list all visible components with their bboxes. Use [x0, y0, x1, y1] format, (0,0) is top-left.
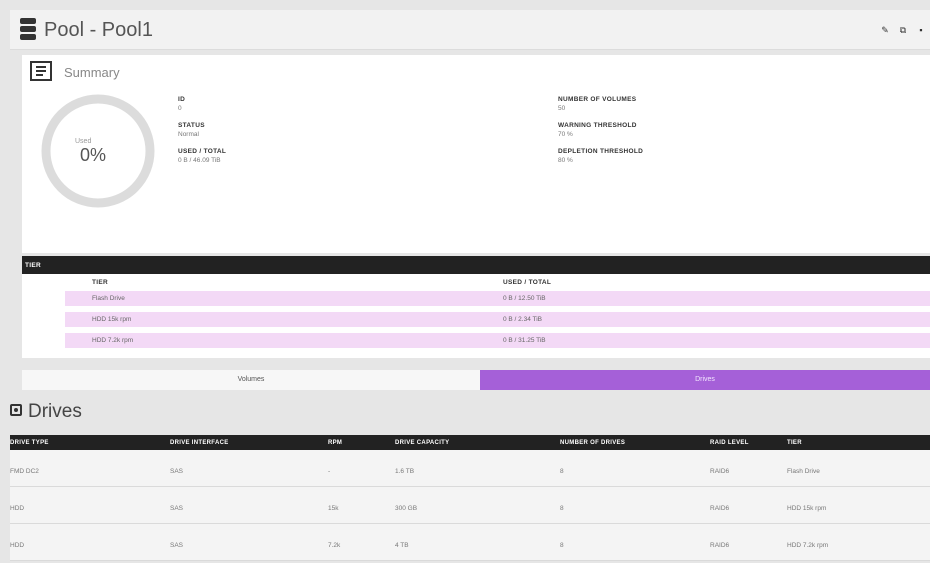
view-tabs: Volumes Drives	[22, 370, 930, 390]
field-used-total: USED / TOTAL 0 B / 46.09 TiB	[178, 148, 227, 164]
tier-header: TIER	[787, 440, 802, 446]
tier-section-bar: TIER	[22, 256, 930, 274]
table-row[interactable]: HDD SAS 7.2k 4 TB 8 RAID6 HDD 7.2k rpm	[10, 524, 930, 561]
summary-icon	[30, 61, 52, 81]
tier-row: HDD 7.2k rpm 0 B / 31.25 TiB	[65, 333, 930, 348]
external-link-icon[interactable]: ⧉	[898, 24, 908, 36]
summary-panel: Summary Used 0% ID 0 STATUS Normal USED …	[22, 55, 930, 253]
table-row[interactable]: FMD DC2 SAS - 1.6 TB 8 RAID6 Flash Drive	[10, 450, 930, 487]
field-id: ID 0	[178, 96, 186, 112]
tier-table-header: TIER USED / TOTAL	[65, 276, 930, 288]
tier-row: HDD 15k rpm 0 B / 2.34 TiB	[65, 312, 930, 327]
drives-title: Drives	[28, 401, 82, 422]
tier-section: TIER TIER USED / TOTAL Flash Drive 0 B /…	[22, 256, 930, 358]
field-warning-threshold: WARNING THRESHOLD 70 %	[558, 122, 637, 138]
tab-volumes[interactable]: Volumes	[22, 370, 480, 390]
database-icon	[20, 18, 36, 40]
drive-interface-header: DRIVE INTERFACE	[170, 440, 229, 446]
used-total-column-header: USED / TOTAL	[503, 279, 552, 286]
tab-drives[interactable]: Drives	[480, 370, 930, 390]
header-actions: ✎ ⧉ ▪	[880, 24, 926, 36]
hard-drive-icon	[10, 404, 22, 416]
page-title: Pool - Pool1	[44, 19, 153, 41]
drive-capacity-header: DRIVE CAPACITY	[395, 440, 450, 446]
pool-header: Pool - Pool1 ✎ ⧉ ▪	[10, 10, 930, 50]
tier-row: Flash Drive 0 B / 12.50 TiB	[65, 291, 930, 306]
donut-used-label: Used	[75, 138, 92, 145]
table-row[interactable]: HDD SAS 15k 300 GB 8 RAID6 HDD 15k rpm	[10, 487, 930, 524]
raid-level-header: RAID LEVEL	[710, 440, 749, 446]
field-depletion-threshold: DEPLETION THRESHOLD 80 %	[558, 148, 644, 164]
drive-type-header: DRIVE TYPE	[10, 440, 49, 446]
field-number-of-volumes: NUMBER OF VOLUMES 50	[558, 96, 637, 112]
rpm-header: RPM	[328, 440, 343, 446]
edit-icon[interactable]: ✎	[880, 24, 890, 36]
donut-used-value: 0%	[80, 145, 107, 165]
field-status: STATUS Normal	[178, 122, 205, 138]
delete-icon[interactable]: ▪	[916, 24, 926, 36]
number-of-drives-header: NUMBER OF DRIVES	[560, 440, 626, 446]
summary-title: Summary	[64, 65, 120, 80]
tier-column-header: TIER	[92, 279, 109, 286]
drives-table-header: DRIVE TYPE DRIVE INTERFACE RPM DRIVE CAP…	[10, 435, 930, 450]
drives-table: DRIVE TYPE DRIVE INTERFACE RPM DRIVE CAP…	[10, 435, 930, 561]
